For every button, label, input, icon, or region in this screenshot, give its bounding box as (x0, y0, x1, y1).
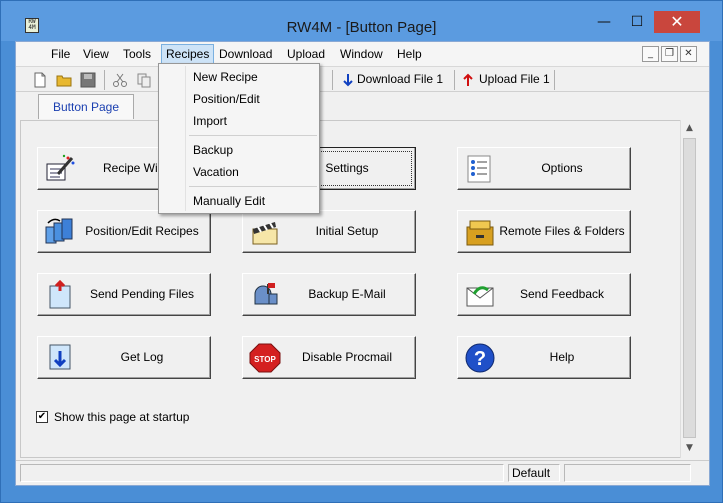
toolbar-separator (104, 70, 105, 90)
menu-item-manually-edit[interactable]: Manually Edit (161, 191, 317, 211)
new-file-icon[interactable] (32, 72, 48, 88)
status-bar: Default (16, 460, 709, 485)
menu-view[interactable]: View (79, 47, 113, 61)
scroll-thumb[interactable] (683, 138, 696, 438)
tab-label: Button Page (52, 100, 120, 114)
stop-sign-icon: STOP (249, 343, 281, 373)
menu-recipes[interactable]: Recipes (161, 44, 215, 64)
tab-button-page[interactable]: Button Page (38, 94, 134, 119)
help-button[interactable]: ? Help (457, 336, 631, 379)
cut-icon[interactable] (112, 72, 128, 88)
menu-tools[interactable]: Tools (119, 47, 155, 61)
backup-email-button[interactable]: Backup E-Mail (242, 273, 416, 316)
mdi-restore-button[interactable]: ❐ (661, 46, 678, 62)
upload-arrow-icon (460, 72, 476, 88)
file-cabinet-icon (464, 217, 496, 247)
disable-procmail-button[interactable]: STOP Disable Procmail (242, 336, 416, 379)
menu-item-new-recipe[interactable]: New Recipe (161, 67, 317, 87)
menu-window[interactable]: Window (336, 47, 387, 61)
menu-item-position-edit[interactable]: Position/Edit (161, 89, 317, 109)
menu-download[interactable]: Download (215, 47, 276, 61)
menu-file[interactable]: File (47, 47, 74, 61)
copy-icon[interactable] (136, 72, 152, 88)
toolbar-separator (554, 70, 555, 90)
download-arrow-icon (340, 72, 356, 88)
clapperboard-icon (249, 217, 281, 247)
startup-checkbox[interactable]: ✔ (36, 411, 48, 423)
scroll-up-arrow-icon[interactable]: ▲ (681, 120, 698, 137)
button-label: Get Log (120, 350, 164, 364)
upload-file-button[interactable]: Upload File 1 (479, 72, 550, 86)
menu-bar: File View Tools Recipes Download Upload … (16, 42, 709, 66)
mdi-minimize-button[interactable]: _ (642, 46, 659, 62)
button-label: Remote Files & Folders (499, 224, 625, 238)
status-pane-mode: Default (508, 464, 560, 482)
button-label: Send Pending Files (89, 287, 195, 301)
get-log-icon (44, 343, 76, 373)
button-label: Send Feedback (519, 287, 605, 301)
menu-item-backup[interactable]: Backup (161, 140, 317, 160)
get-log-button[interactable]: Get Log (37, 336, 211, 379)
button-label: Initial Setup (315, 224, 379, 238)
button-page: Recipe Wizard Settings Options Position/… (20, 120, 681, 458)
open-folder-icon[interactable] (56, 72, 72, 88)
menu-item-vacation[interactable]: Vacation (161, 162, 317, 182)
scroll-down-arrow-icon[interactable]: ▼ (681, 440, 698, 457)
stop-sign-text: STOP (254, 355, 276, 364)
send-file-icon (44, 279, 76, 310)
client-area: File View Tools Recipes Download Upload … (15, 41, 710, 486)
menu-icon-gutter (185, 66, 186, 211)
download-file-button[interactable]: Download File 1 (357, 72, 443, 86)
button-label: Options (541, 161, 583, 175)
status-pane-message (20, 464, 504, 482)
maximize-button[interactable]: ☐ (622, 11, 652, 33)
menu-separator (189, 186, 317, 187)
help-icon: ? (464, 343, 496, 373)
menu-item-import[interactable]: Import (161, 111, 317, 131)
position-edit-recipes-button[interactable]: Position/Edit Recipes (37, 210, 211, 253)
save-icon[interactable] (80, 72, 96, 88)
button-label: Disable Procmail (301, 350, 393, 364)
magic-wand-icon (44, 154, 76, 184)
mailbox-icon (249, 280, 281, 310)
feedback-envelope-icon (464, 280, 496, 310)
mdi-close-button[interactable]: ✕ (680, 46, 697, 62)
button-label: Help (549, 350, 575, 364)
toolbar-separator (332, 70, 333, 90)
options-list-icon (464, 154, 496, 184)
button-label: Position/Edit Recipes (85, 224, 199, 238)
send-pending-files-button[interactable]: Send Pending Files (37, 273, 211, 316)
title-bar[interactable]: RW 4M RW4M - [Button Page] — ☐ ✕ (1, 1, 722, 41)
remote-files-folders-button[interactable]: Remote Files & Folders (457, 210, 631, 253)
send-feedback-button[interactable]: Send Feedback (457, 273, 631, 316)
menu-help[interactable]: Help (393, 47, 426, 61)
close-button[interactable]: ✕ (654, 11, 700, 33)
startup-checkbox-label[interactable]: Show this page at startup (54, 410, 189, 424)
app-window: RW 4M RW4M - [Button Page] — ☐ ✕ File Vi… (0, 0, 723, 503)
tab-strip: Button Page (16, 94, 709, 121)
initial-setup-button[interactable]: Initial Setup (242, 210, 416, 253)
vertical-scrollbar[interactable]: ▲ ▼ (680, 120, 697, 458)
status-pane-extra (564, 464, 691, 482)
position-edit-icon (44, 217, 76, 247)
button-label: Backup E-Mail (308, 287, 386, 301)
menu-upload[interactable]: Upload (283, 47, 329, 61)
menu-separator (189, 135, 317, 136)
options-button[interactable]: Options (457, 147, 631, 190)
toolbar: Download File 1 Upload File 1 (16, 66, 709, 92)
svg-text:?: ? (474, 348, 486, 370)
minimize-button[interactable]: — (589, 11, 619, 33)
toolbar-separator (454, 70, 455, 90)
recipes-dropdown-menu: New Recipe Position/Edit Import Backup V… (158, 63, 320, 214)
